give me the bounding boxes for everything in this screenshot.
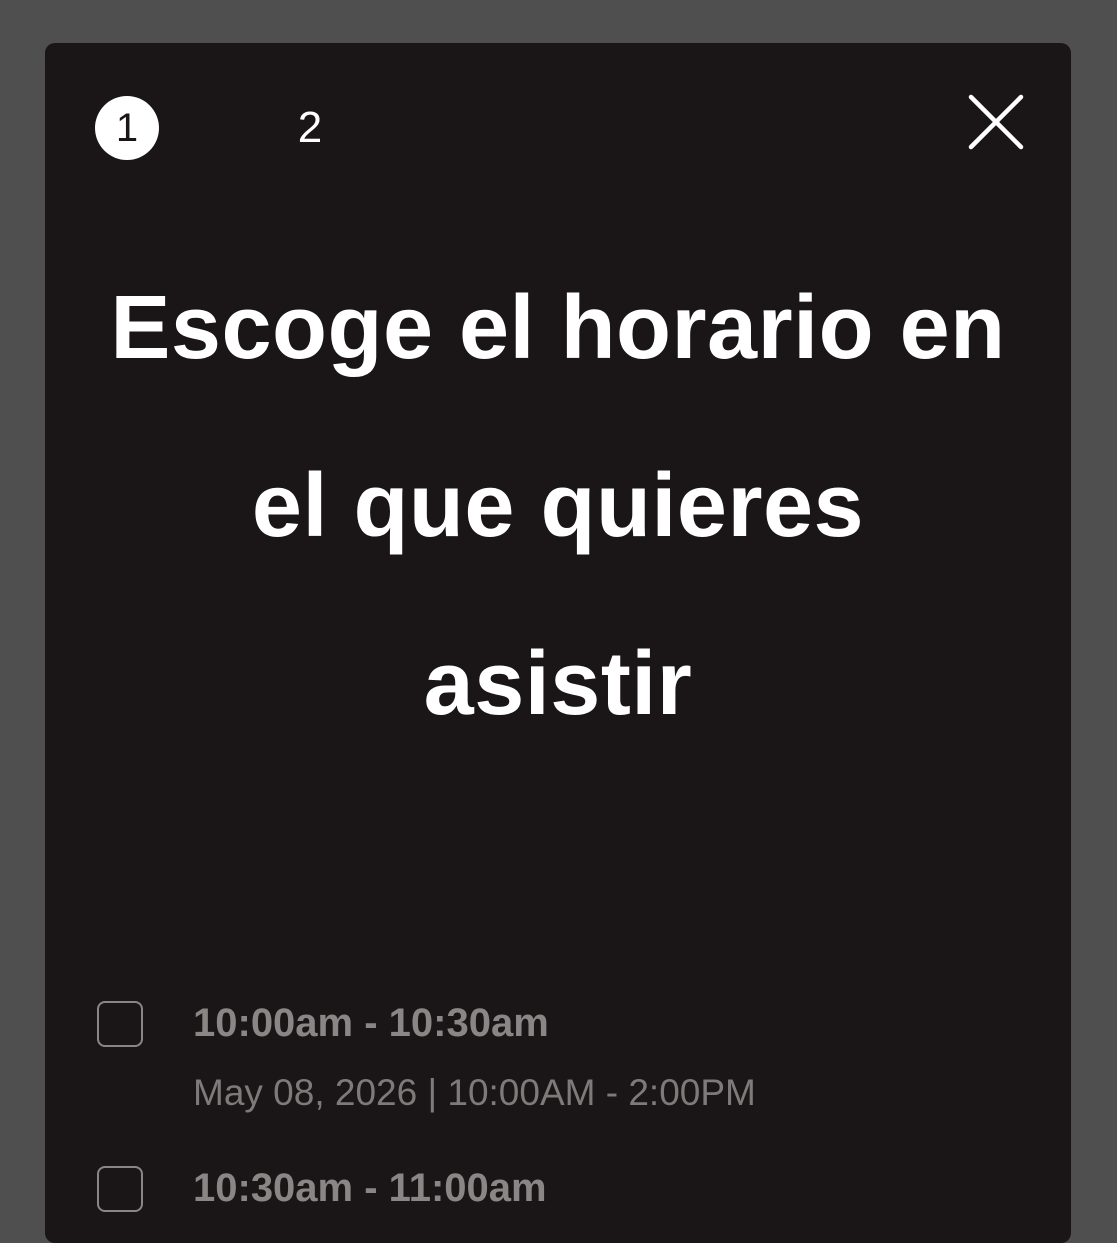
- modal-title: Escoge el horario en el que quieres asis…: [110, 278, 1006, 734]
- close-icon: [968, 94, 1024, 150]
- step-indicator-next[interactable]: 2: [280, 96, 340, 160]
- time-slot-range: 10:30am - 11:00am: [193, 1166, 547, 1210]
- time-slot-modal: 1 2 Escoge el horario en el que quieres …: [45, 43, 1071, 1243]
- time-slot-option[interactable]: 10:00am - 10:30am May 08, 2026 | 10:00AM…: [95, 998, 1015, 1138]
- close-button[interactable]: [961, 87, 1031, 157]
- time-slot-checkbox[interactable]: [97, 1166, 143, 1212]
- time-slot-range: 10:00am - 10:30am: [193, 1001, 549, 1045]
- time-slot-option[interactable]: 10:30am - 11:00am: [95, 1163, 1015, 1243]
- time-slot-checkbox[interactable]: [97, 1001, 143, 1047]
- time-slot-detail: May 08, 2026 | 10:00AM - 2:00PM: [193, 1072, 756, 1113]
- step-indicator-active: 1: [95, 96, 159, 160]
